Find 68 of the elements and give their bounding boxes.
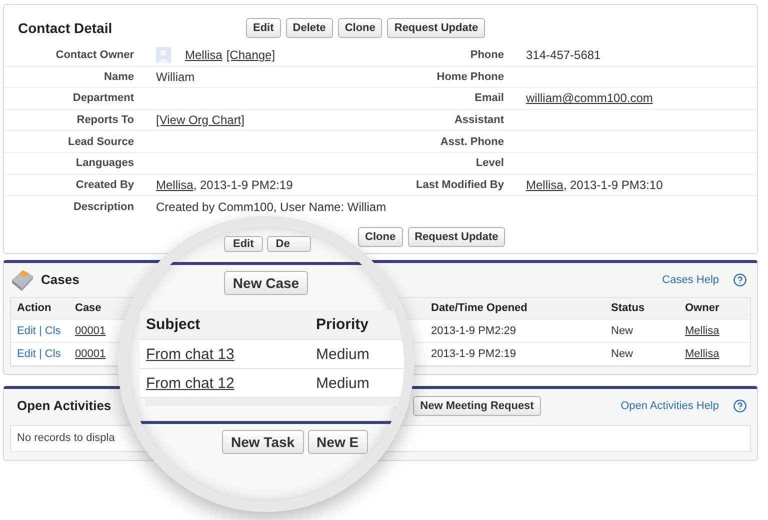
action-link[interactable]: Edit | Cls [11,324,61,337]
field-label: Level [476,157,504,170]
link[interactable]: [Change] [226,48,276,62]
field-label: Reports To [76,114,134,126]
field-label: Email [474,92,504,104]
field-value: William [156,70,195,84]
field-label: Languages [76,157,134,170]
new-meeting-request-button[interactable]: New Meeting Request [413,396,541,416]
field-label: Description [73,200,134,213]
field-label: Lead Source [68,136,134,148]
table-cell-text: Medium [315,346,370,362]
column-header: Priority [315,316,370,333]
help-link[interactable]: Cases Help [662,274,719,286]
case-link[interactable]: 00001 [69,348,106,360]
field-label: Name [104,70,134,83]
field-value: 314-457-5681 [526,48,601,62]
subject-link[interactable]: From chat 13 [140,346,234,362]
field-label: Phone [470,49,504,62]
link[interactable]: william@comm100.com [526,91,653,106]
action-link[interactable]: Edit | Cls [11,348,61,360]
action-button[interactable]: Delete [286,18,333,38]
column-header: Action [16,302,52,314]
section-title: Open Activities [17,398,112,414]
case-link[interactable]: 00001 [69,324,106,337]
action-button[interactable]: Request Update [387,18,486,38]
action-button[interactable]: Clone [338,18,382,38]
column-header: Status [610,302,646,314]
owner-link[interactable]: Mellisa [679,324,720,337]
link[interactable]: Mellisa [156,178,194,192]
field-value: , 2013-1-9 PM2:19 [193,178,293,192]
field-label: Last Modified By [416,178,504,191]
new-case-button[interactable]: New Case [224,271,308,295]
field-label: Contact Owner [56,49,134,62]
field-label: Asst. Phone [440,136,504,148]
table-cell-text: 2013-1-9 PM2:19 [430,348,516,360]
table-cell-text: Medium [315,374,370,392]
link[interactable]: Mellisa [185,48,222,62]
owner-link[interactable]: Mellisa [679,348,720,360]
action-button[interactable]: Clone [358,226,403,247]
column-header: Subject [145,316,202,333]
action-button[interactable]: De [266,236,311,252]
column-header: Owner [684,302,720,314]
action-button[interactable]: New E [308,430,368,454]
action-button[interactable]: New Task [222,430,304,454]
column-header: Case [74,302,102,314]
empty-message: No records to displa [16,432,115,444]
help-link[interactable]: Open Activities Help [620,400,719,412]
field-value: Created by Comm100, User Name: William [156,200,386,214]
link[interactable]: [View Org Chart] [156,113,244,128]
column-header: Date/Time Opened [430,302,528,314]
table-cell-text: New [610,348,634,360]
field-label: Department [72,92,134,104]
action-button[interactable]: Request Update [408,226,506,247]
link[interactable]: Mellisa [526,178,564,192]
table-cell-text: 2013-1-9 PM2:29 [430,324,516,337]
action-button[interactable]: Edit [246,18,281,38]
help-icon[interactable] [733,272,747,287]
section-title: Cases [41,272,80,288]
field-label: Home Phone [436,70,504,83]
field-label: Created By [76,178,134,191]
section-title: Contact Detail [18,20,114,36]
action-button[interactable]: Edit [224,236,263,252]
subject-link[interactable]: From chat 12 [140,374,234,392]
field-label: Assistant [454,114,504,126]
help-icon[interactable] [733,398,747,413]
field-value: , 2013-1-9 PM3:10 [563,178,663,192]
table-cell-text: New [610,324,634,337]
case-icon [9,268,35,292]
